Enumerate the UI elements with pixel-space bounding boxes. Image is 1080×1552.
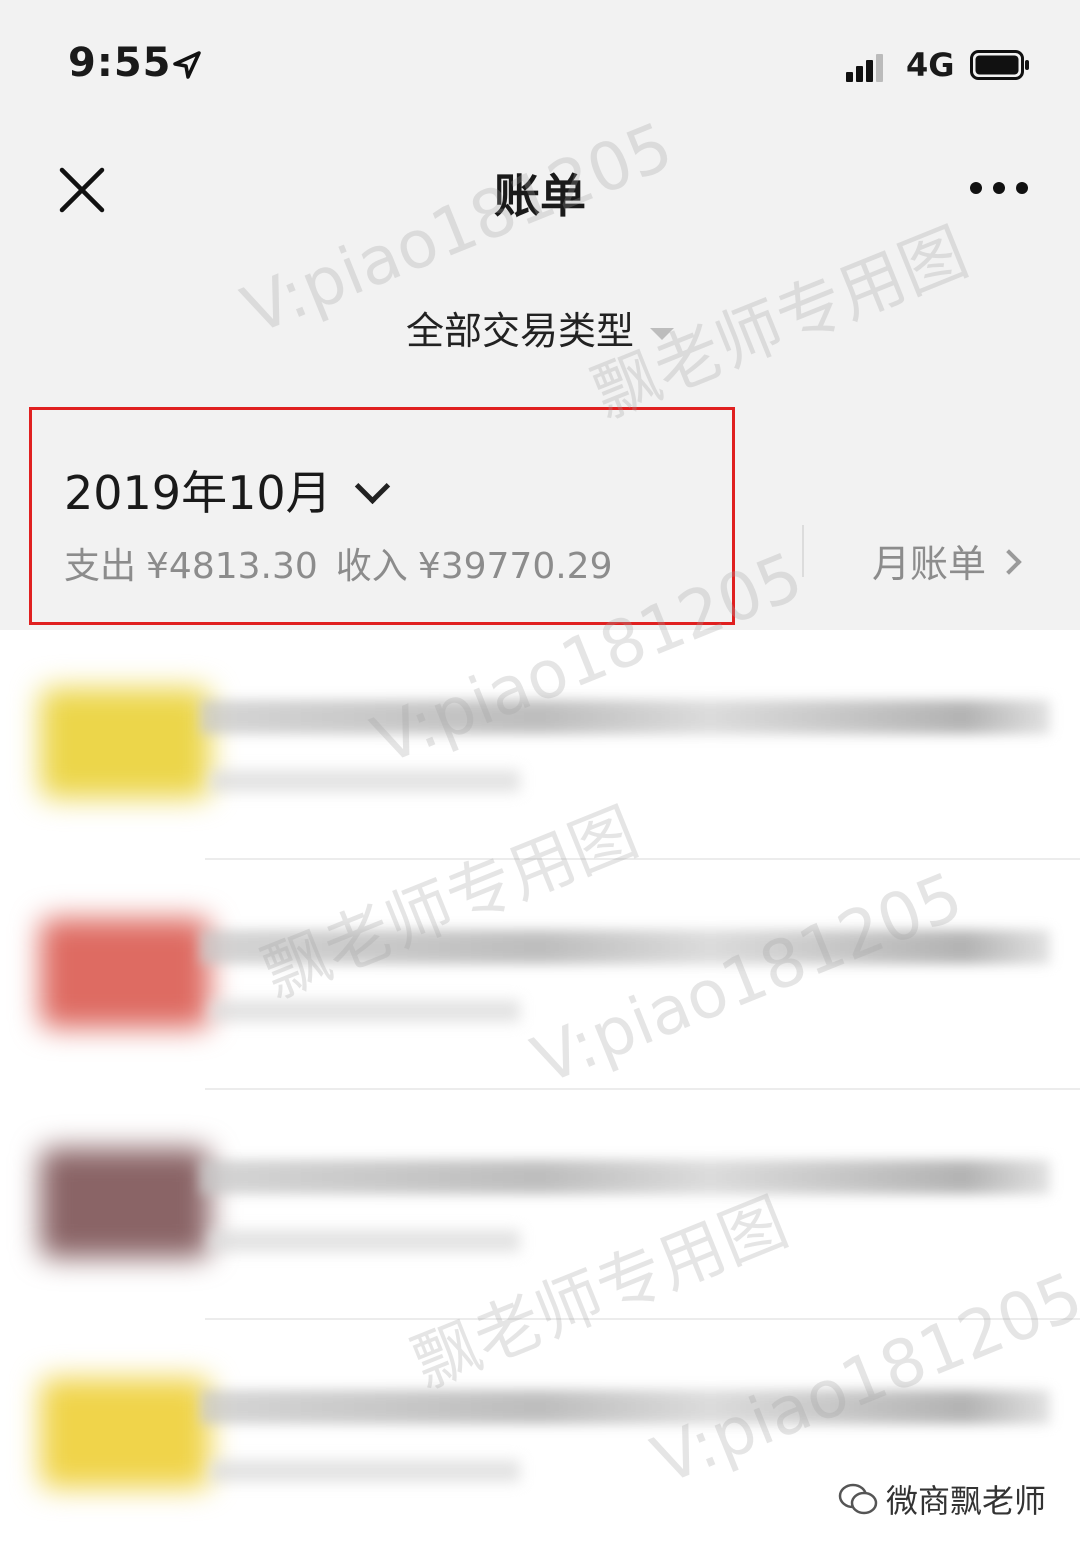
transaction-title [200, 1160, 1050, 1194]
nav-bar: 账单 [0, 130, 1080, 250]
month-totals: 支出 ¥4813.30 收入 ¥39770.29 [64, 537, 613, 589]
income-label: 收入 [335, 546, 408, 587]
transaction-subtitle [210, 770, 520, 792]
battery-icon [970, 50, 1029, 80]
transaction-row[interactable] [0, 860, 1080, 1090]
month-label: 2019年10月 [64, 466, 332, 520]
dropdown-caret-icon [650, 327, 674, 340]
transaction-row[interactable] [0, 630, 1080, 860]
more-options-icon[interactable] [966, 178, 1032, 202]
status-time: 9:55 [68, 40, 172, 86]
network-type: 4G [906, 46, 955, 84]
status-bar: 9:55 4G [0, 0, 1080, 130]
divider [802, 525, 804, 577]
income-amount: ¥39770.29 [417, 546, 613, 587]
transaction-row[interactable] [0, 1090, 1080, 1320]
transaction-title [200, 1390, 1050, 1424]
transaction-icon [40, 1148, 210, 1258]
brand-watermark: 微商飘老师 [838, 1476, 1046, 1522]
expense-amount: ¥4813.30 [146, 546, 318, 587]
filter-label: 全部交易类型 [405, 309, 634, 353]
transaction-icon [40, 918, 210, 1028]
chevron-right-icon [996, 549, 1022, 575]
transaction-type-filter[interactable]: 全部交易类型 [0, 300, 1080, 355]
expense-label: 支出 [64, 546, 137, 587]
monthly-bill-link[interactable]: 月账单 [872, 533, 1022, 588]
transaction-subtitle [210, 1000, 520, 1022]
transaction-title [200, 700, 1050, 734]
brand-label: 微商飘老师 [885, 1482, 1046, 1520]
transaction-list [0, 630, 1080, 1552]
transaction-icon [40, 1378, 210, 1488]
month-summary: 2019年10月 支出 ¥4813.30 收入 ¥39770.29 月账单 [0, 405, 1080, 630]
month-picker[interactable]: 2019年10月 [64, 457, 390, 523]
transaction-title [200, 930, 1050, 964]
signal-strength-icon [846, 52, 886, 82]
monthly-bill-label: 月账单 [872, 542, 987, 586]
location-arrow-icon [173, 51, 201, 79]
chevron-down-icon [354, 468, 390, 505]
chat-bubble-icon [838, 1483, 878, 1515]
transaction-subtitle [210, 1460, 520, 1482]
transaction-subtitle [210, 1230, 520, 1252]
transaction-icon [40, 688, 210, 798]
page-title: 账单 [494, 169, 586, 223]
